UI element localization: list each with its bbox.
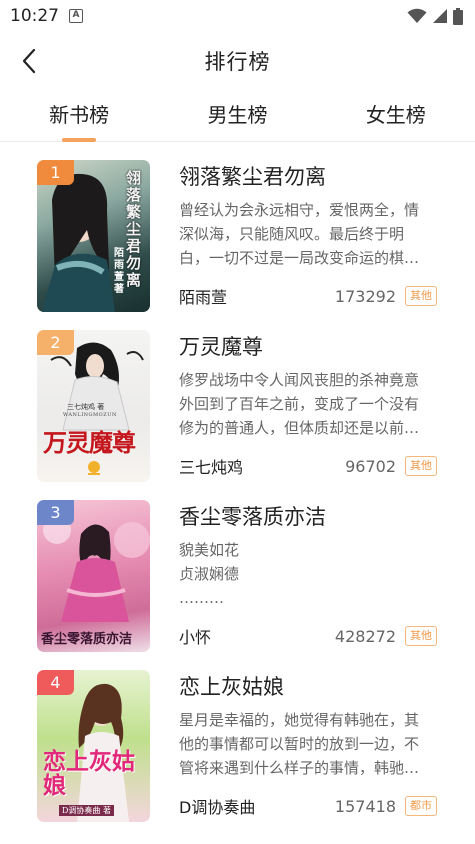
- book-info: 香尘零落质亦洁 貌美如花 贞淑娴德 ……… 小怀 428272 其他: [179, 500, 437, 670]
- book-info: 翎落繁尘君勿离 曾经认为会永远相守，爱恨两全，情 深似海，只能随风叹。最后终于明…: [179, 160, 437, 330]
- book-item[interactable]: 翎落繁尘君勿离 陌雨萱 著 1 翎落繁尘君勿离 曾经认为会永远相守，爱恨两全，情…: [0, 160, 475, 330]
- battery-icon: [453, 7, 463, 25]
- category-tag: 其他: [405, 626, 437, 646]
- cover-title: 恋上灰姑娘: [43, 748, 135, 799]
- desc-line: 他的事情都可以暂时的放到一边，不: [179, 735, 420, 753]
- desc-line: 星月是幸福的，她觉得有韩驰在，其: [179, 711, 420, 729]
- page-title: 排行榜: [204, 50, 271, 74]
- cover-author: 三七炖鸡 著: [67, 403, 105, 411]
- desc-line: 曾经认为会永远相守，爱恨两全，情: [179, 201, 420, 219]
- cover-title: 香尘零落质亦洁: [41, 632, 133, 647]
- signal-icon: [433, 9, 447, 23]
- category-tag: 其他: [405, 286, 437, 306]
- book-item[interactable]: 香尘零落质亦洁 3 香尘零落质亦洁 貌美如花 贞淑娴德 ……… 小怀 42827…: [0, 500, 475, 670]
- clock: 10:27: [10, 6, 59, 26]
- desc-line: 管将来遇到什么样子的事情，韩驰…: [179, 759, 420, 777]
- book-description: 星月是幸福的，她觉得有韩驰在，其 他的事情都可以暂时的放到一边，不 管将来遇到什…: [179, 708, 437, 780]
- status-left: 10:27 A: [10, 6, 83, 26]
- book-title: 翎落繁尘君勿离: [179, 165, 326, 189]
- cover-title: 万灵魔尊: [43, 428, 136, 457]
- publisher-logo-icon: [88, 461, 100, 475]
- desc-line: 贞淑娴德: [179, 565, 240, 583]
- desc-line: 修罗战场中令人闻风丧胆的杀神竟意: [179, 371, 420, 389]
- book-description: 貌美如花 贞淑娴德 ………: [179, 538, 437, 610]
- status-bar: 10:27 A: [0, 0, 475, 32]
- book-author: 三七炖鸡: [179, 458, 244, 477]
- desc-line: 深似海，只能随风叹。最后终于明: [179, 225, 405, 243]
- tab-new-books[interactable]: 新书榜: [0, 90, 158, 142]
- sim-icon: A: [69, 9, 83, 23]
- book-description: 修罗战场中令人闻风丧胆的杀神竟意 外回到了百年之前，变成了一个没有 修为的普通人…: [179, 368, 437, 440]
- read-count: 157418: [334, 796, 396, 816]
- book-author: D调协奏曲: [179, 798, 256, 817]
- tab-male[interactable]: 男生榜: [158, 90, 316, 141]
- back-button[interactable]: [14, 44, 44, 78]
- book-author: 小怀: [179, 628, 212, 647]
- book-item[interactable]: 恋上灰姑娘 D调协奏曲 著 4 恋上灰姑娘 星月是幸福的，她觉得有韩驰在，其 他…: [0, 670, 475, 840]
- book-title: 恋上灰姑娘: [179, 675, 284, 699]
- rank-badge: 1: [37, 160, 74, 185]
- desc-line: 白，一切不过是一局改变命运的棋…: [179, 249, 420, 267]
- back-arrow-icon: [22, 48, 36, 74]
- desc-line: 修为的普通人，但体质却还是以前…: [179, 419, 420, 437]
- book-meta: 三七炖鸡 96702 其他: [179, 454, 437, 478]
- book-description: 曾经认为会永远相守，爱恨两全，情 深似海，只能随风叹。最后终于明 白，一切不过是…: [179, 198, 437, 270]
- book-cover: 翎落繁尘君勿离 陌雨萱 著 1: [37, 160, 150, 312]
- book-meta: 小怀 428272 其他: [179, 624, 437, 648]
- book-info: 万灵魔尊 修罗战场中令人闻风丧胆的杀神竟意 外回到了百年之前，变成了一个没有 修…: [179, 330, 437, 500]
- cover-author: D调协奏曲 著: [59, 805, 114, 816]
- book-author: 陌雨萱: [179, 288, 228, 307]
- read-count: 96702: [345, 456, 396, 476]
- category-tag: 其他: [405, 456, 437, 476]
- wifi-icon: [407, 8, 427, 23]
- rank-badge: 4: [37, 670, 74, 695]
- cover-author: 陌雨萱 著: [114, 248, 124, 295]
- tab-bar: 新书榜 男生榜 女生榜: [0, 90, 475, 142]
- cover-title: 翎落繁尘君勿离: [126, 169, 142, 289]
- book-cover: 香尘零落质亦洁 3: [37, 500, 150, 652]
- category-tag: 都市: [405, 796, 437, 816]
- book-cover: 恋上灰姑娘 D调协奏曲 著 4: [37, 670, 150, 822]
- desc-line: 貌美如花: [179, 541, 240, 559]
- book-title: 万灵魔尊: [179, 335, 263, 359]
- book-title: 香尘零落质亦洁: [179, 505, 326, 529]
- read-count: 173292: [334, 286, 396, 306]
- desc-line: 外回到了百年之前，变成了一个没有: [179, 395, 420, 413]
- book-info: 恋上灰姑娘 星月是幸福的，她觉得有韩驰在，其 他的事情都可以暂时的放到一边，不 …: [179, 670, 437, 840]
- rank-badge: 3: [37, 500, 74, 525]
- desc-line: ………: [179, 589, 224, 607]
- rank-badge: 2: [37, 330, 74, 355]
- nav-bar: 排行榜: [0, 32, 475, 90]
- book-meta: 陌雨萱 173292 其他: [179, 284, 437, 308]
- book-cover: 三七炖鸡 著 WANLINGMOZUN 万灵魔尊 2: [37, 330, 150, 482]
- book-meta: D调协奏曲 157418 都市: [179, 794, 437, 818]
- cover-pinyin: WANLINGMOZUN: [63, 412, 117, 418]
- book-list: 翎落繁尘君勿离 陌雨萱 著 1 翎落繁尘君勿离 曾经认为会永远相守，爱恨两全，情…: [0, 142, 475, 840]
- tab-female[interactable]: 女生榜: [317, 90, 475, 141]
- read-count: 428272: [334, 626, 396, 646]
- status-right: [407, 7, 463, 25]
- book-item[interactable]: 三七炖鸡 著 WANLINGMOZUN 万灵魔尊 2 万灵魔尊 修罗战场中令人闻…: [0, 330, 475, 500]
